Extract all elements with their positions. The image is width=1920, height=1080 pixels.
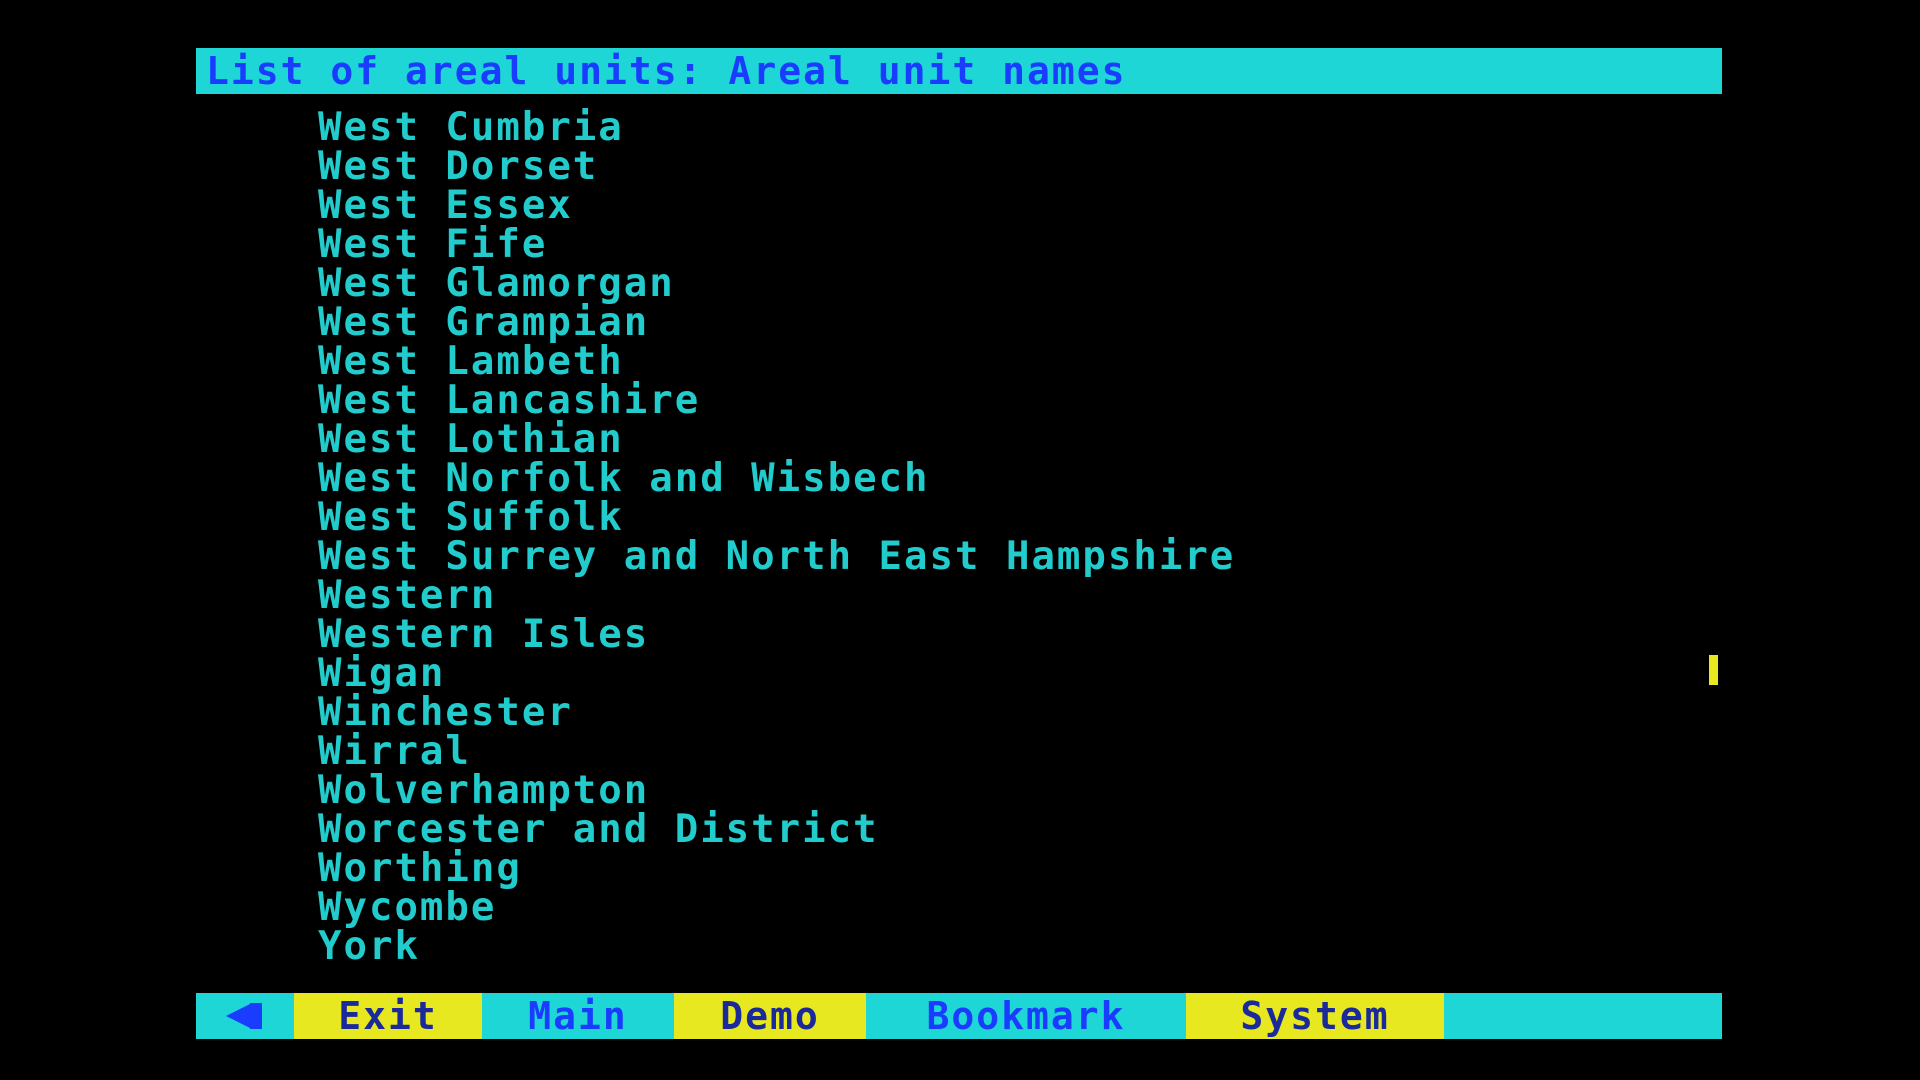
list-item[interactable]: West Suffolk [318,498,1235,537]
list-item[interactable]: Western [318,576,1235,615]
list-item[interactable]: West Lothian [318,420,1235,459]
demo-button[interactable]: Demo [674,993,866,1039]
page-title: List of areal units: Areal unit names [206,49,1127,93]
main-button[interactable]: Main [482,993,674,1039]
bottom-menu-bar: Exit Main Demo Bookmark System [196,993,1722,1039]
list-item[interactable]: Wolverhampton [318,771,1235,810]
list-item[interactable]: Worthing [318,849,1235,888]
list-item[interactable]: Wycombe [318,888,1235,927]
list-item[interactable]: Western Isles [318,615,1235,654]
back-arrow-stem [250,1003,262,1029]
list-item[interactable]: West Dorset [318,147,1235,186]
list-item[interactable]: West Grampian [318,303,1235,342]
list-item[interactable]: West Norfolk and Wisbech [318,459,1235,498]
list-item[interactable]: Worcester and District [318,810,1235,849]
list-item[interactable]: Wigan [318,654,1235,693]
list-item[interactable]: West Cumbria [318,108,1235,147]
back-button[interactable] [196,993,294,1039]
list-item[interactable]: West Surrey and North East Hampshire [318,537,1235,576]
title-bar: List of areal units: Areal unit names [196,48,1722,94]
text-cursor [1709,655,1718,685]
areal-unit-list: West Cumbria West Dorset West Essex West… [318,108,1235,966]
list-item[interactable]: West Glamorgan [318,264,1235,303]
list-item[interactable]: West Lancashire [318,381,1235,420]
list-item[interactable]: Wirral [318,732,1235,771]
system-button[interactable]: System [1186,993,1444,1039]
bookmark-button[interactable]: Bookmark [866,993,1186,1039]
exit-button[interactable]: Exit [294,993,482,1039]
list-item[interactable]: West Essex [318,186,1235,225]
list-item[interactable]: Winchester [318,693,1235,732]
screen: List of areal units: Areal unit names We… [0,0,1920,1080]
back-arrow-icon [226,1003,252,1029]
list-item[interactable]: West Lambeth [318,342,1235,381]
list-item[interactable]: York [318,927,1235,966]
list-item[interactable]: West Fife [318,225,1235,264]
